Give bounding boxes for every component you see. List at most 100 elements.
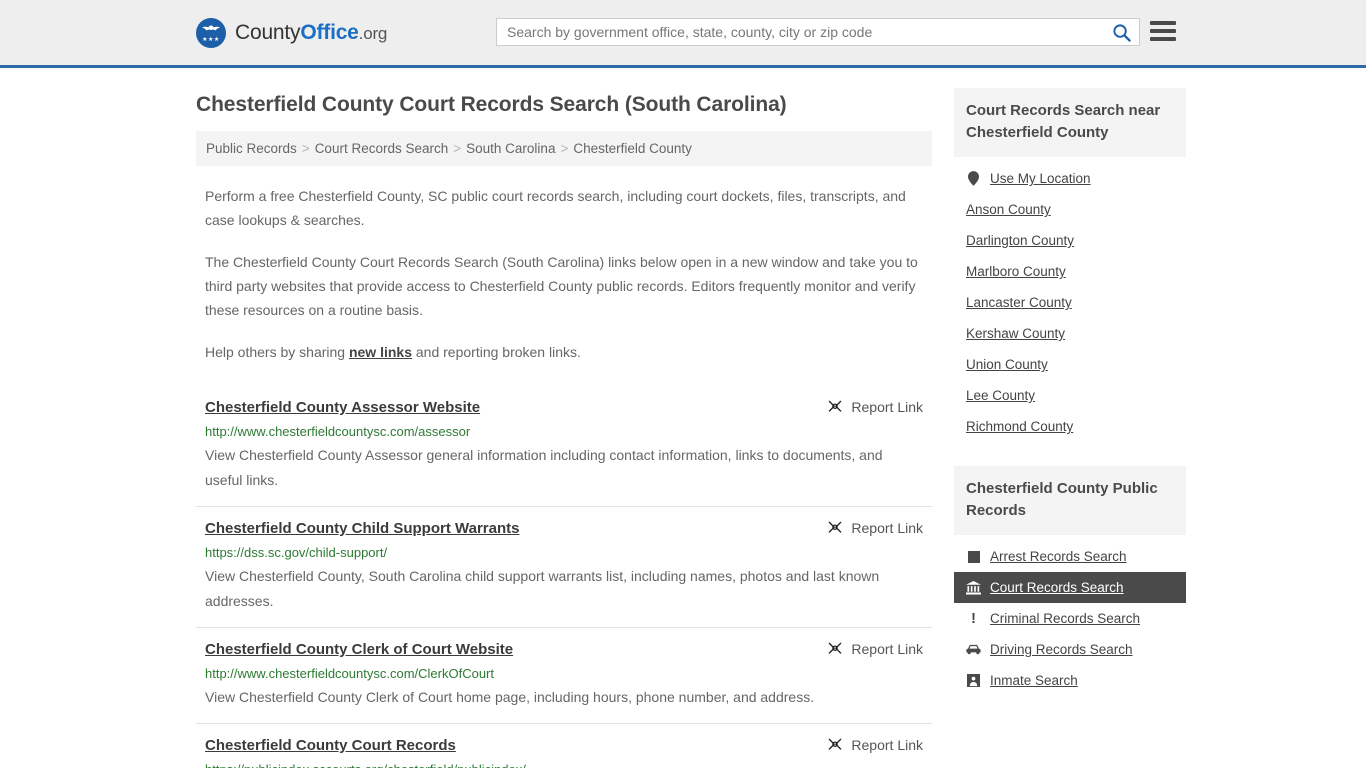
logo-text-office: Office xyxy=(300,20,359,44)
search-button[interactable] xyxy=(1103,19,1139,45)
result-url[interactable]: https://publicindex.sccourts.org/chester… xyxy=(205,761,923,768)
result-description: View Chesterfield County, South Carolina… xyxy=(205,568,880,609)
breadcrumb-item-south-carolina[interactable]: South Carolina xyxy=(466,141,555,156)
result-header: Chesterfield County Clerk of Court Websi… xyxy=(205,640,923,660)
breadcrumb-item-court-records-search[interactable]: Court Records Search xyxy=(315,141,449,156)
search-input[interactable] xyxy=(497,19,1103,45)
breadcrumb-separator-1: > xyxy=(301,141,310,156)
result-row: Chesterfield County Clerk of Court Websi… xyxy=(196,627,932,723)
fingerprint-icon xyxy=(966,550,981,563)
sidebar-link-label[interactable]: Criminal Records Search xyxy=(990,611,1140,626)
result-row: Chesterfield County Court Records Report… xyxy=(196,723,932,768)
logo-text-county: County xyxy=(235,20,301,44)
breadcrumb-item-public-records[interactable]: Public Records xyxy=(206,141,297,156)
sidebar-nearby-list: Use My Location Anson County Darlington … xyxy=(954,157,1186,442)
sidebar-link-label[interactable]: Darlington County xyxy=(966,233,1074,248)
main-column: Chesterfield County Court Records Search… xyxy=(196,68,932,768)
broken-link-icon xyxy=(829,642,842,654)
breadcrumb-separator-2: > xyxy=(453,141,462,156)
result-url[interactable]: http://www.chesterfieldcountysc.com/asse… xyxy=(205,423,923,441)
sidebar-link-label[interactable]: Arrest Records Search xyxy=(990,549,1127,564)
report-link-label: Report Link xyxy=(851,737,923,753)
hamburger-menu-icon[interactable] xyxy=(1150,19,1176,43)
result-header: Chesterfield County Assessor Website Rep… xyxy=(205,398,923,418)
intro-paragraph-1: Perform a free Chesterfield County, SC p… xyxy=(205,188,906,228)
sidebar-item-arrest-records-search[interactable]: Arrest Records Search xyxy=(954,541,1186,572)
intro-p3-before: Help others by sharing xyxy=(205,344,349,360)
sidebar-link-label[interactable]: Anson County xyxy=(966,202,1051,217)
sidebar-item-union-county[interactable]: Union County xyxy=(954,349,1186,380)
site-logo[interactable]: ★★★ CountyOffice.org xyxy=(196,17,387,48)
sidebar-item-lancaster-county[interactable]: Lancaster County xyxy=(954,287,1186,318)
sidebar-item-lee-county[interactable]: Lee County xyxy=(954,380,1186,411)
site-header: ★★★ CountyOffice.org xyxy=(0,0,1366,68)
sidebar-link-label[interactable]: Use My Location xyxy=(990,171,1091,186)
search-bar[interactable] xyxy=(496,18,1140,46)
result-url[interactable]: http://www.chesterfieldcountysc.com/Cler… xyxy=(205,665,923,683)
sidebar-item-richmond-county[interactable]: Richmond County xyxy=(954,411,1186,442)
sidebar-item-criminal-records-search[interactable]: ! Criminal Records Search xyxy=(954,603,1186,634)
result-header: Chesterfield County Court Records Report… xyxy=(205,736,923,756)
sidebar: Court Records Search near Chesterfield C… xyxy=(954,68,1186,702)
breadcrumb-item-chesterfield-county[interactable]: Chesterfield County xyxy=(573,141,692,156)
sidebar-link-label[interactable]: Driving Records Search xyxy=(990,642,1133,657)
sidebar-link-label[interactable]: Richmond County xyxy=(966,419,1073,434)
sidebar-public-records-heading: Chesterfield County Public Records xyxy=(954,466,1186,535)
report-link-label: Report Link xyxy=(851,399,923,415)
courthouse-icon xyxy=(966,580,981,595)
sidebar-link-label[interactable]: Marlboro County xyxy=(966,264,1066,279)
sidebar-link-label[interactable]: Lee County xyxy=(966,388,1035,403)
stars-glyph: ★★★ xyxy=(202,36,220,43)
broken-link-icon xyxy=(829,521,842,533)
result-title-link[interactable]: Chesterfield County Assessor Website xyxy=(205,398,480,418)
report-link-button[interactable]: Report Link xyxy=(827,640,923,657)
sidebar-item-use-my-location[interactable]: Use My Location xyxy=(954,163,1186,194)
sidebar-link-label[interactable]: Inmate Search xyxy=(990,673,1078,688)
sidebar-link-label[interactable]: Lancaster County xyxy=(966,295,1072,310)
result-title-link[interactable]: Chesterfield County Court Records xyxy=(205,736,456,756)
breadcrumb: Public Records > Court Records Search > Sout… xyxy=(196,131,932,166)
exclamation-icon: ! xyxy=(971,610,976,627)
hamburger-bar-2 xyxy=(1150,29,1176,33)
sidebar-link-label[interactable]: Kershaw County xyxy=(966,326,1065,341)
result-url[interactable]: https://dss.sc.gov/child-support/ xyxy=(205,544,923,562)
report-link-label: Report Link xyxy=(851,520,923,536)
sidebar-item-court-records-search[interactable]: Court Records Search xyxy=(954,572,1186,603)
sidebar-nearby-heading: Court Records Search near Chesterfield C… xyxy=(954,88,1186,157)
sidebar-item-darlington-county[interactable]: Darlington County xyxy=(954,225,1186,256)
sidebar-item-kershaw-county[interactable]: Kershaw County xyxy=(954,318,1186,349)
eagle-seal-icon: ★★★ xyxy=(196,17,226,48)
car-icon xyxy=(966,644,981,655)
result-description: View Chesterfield County Assessor genera… xyxy=(205,447,883,488)
sidebar-item-anson-county[interactable]: Anson County xyxy=(954,194,1186,225)
result-header: Chesterfield County Child Support Warran… xyxy=(205,519,923,539)
sidebar-public-records-list: Arrest Records Search Court Records Sear… xyxy=(954,535,1186,696)
jail-icon xyxy=(966,674,981,687)
eagle-glyph xyxy=(202,25,220,30)
results-list: Chesterfield County Assessor Website Rep… xyxy=(196,384,932,768)
result-title-link[interactable]: Chesterfield County Child Support Warran… xyxy=(205,519,519,539)
page-title: Chesterfield County Court Records Search… xyxy=(196,93,787,116)
sidebar-link-label[interactable]: Union County xyxy=(966,357,1048,372)
hamburger-bar-3 xyxy=(1150,37,1176,41)
intro-text: Perform a free Chesterfield County, SC p… xyxy=(196,184,932,364)
page-body: Chesterfield County Court Records Search… xyxy=(0,68,1366,768)
sidebar-nearby-box: Court Records Search near Chesterfield C… xyxy=(954,88,1186,442)
search-icon xyxy=(1112,23,1131,42)
report-link-button[interactable]: Report Link xyxy=(827,736,923,753)
report-link-button[interactable]: Report Link xyxy=(827,398,923,415)
report-link-button[interactable]: Report Link xyxy=(827,519,923,536)
result-row: Chesterfield County Assessor Website Rep… xyxy=(196,384,932,506)
sidebar-item-driving-records-search[interactable]: Driving Records Search xyxy=(954,634,1186,665)
logo-text: CountyOffice.org xyxy=(235,21,387,45)
result-row: Chesterfield County Child Support Warran… xyxy=(196,506,932,627)
hamburger-bar-1 xyxy=(1150,21,1176,25)
sidebar-item-inmate-search[interactable]: Inmate Search xyxy=(954,665,1186,696)
report-link-label: Report Link xyxy=(851,641,923,657)
breadcrumb-separator-3: > xyxy=(560,141,569,156)
sidebar-item-marlboro-county[interactable]: Marlboro County xyxy=(954,256,1186,287)
intro-paragraph-3: Help others by sharing new links and rep… xyxy=(196,340,932,364)
result-title-link[interactable]: Chesterfield County Clerk of Court Websi… xyxy=(205,640,513,660)
sidebar-link-label[interactable]: Court Records Search xyxy=(990,580,1124,595)
new-links-link[interactable]: new links xyxy=(349,344,412,360)
